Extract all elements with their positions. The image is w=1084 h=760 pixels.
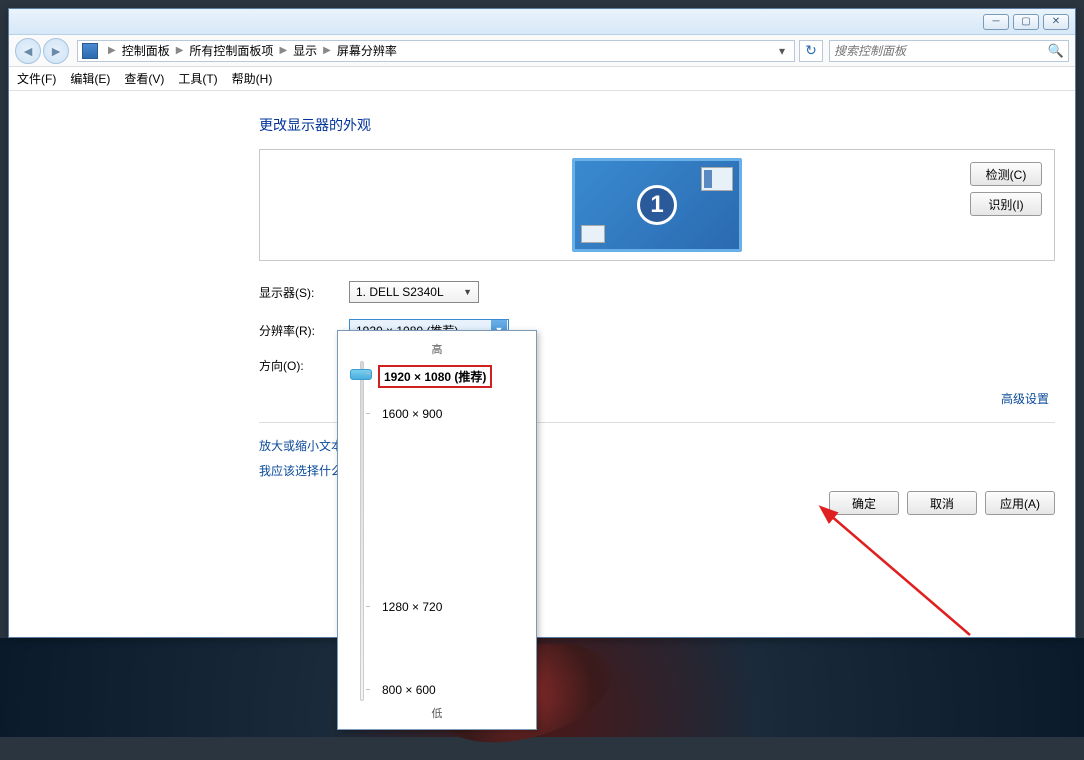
advanced-settings-link[interactable]: 高级设置 [1001, 392, 1049, 406]
monitor-icon[interactable]: 1 [572, 158, 742, 252]
refresh-button[interactable]: ↻ [799, 40, 823, 62]
slider-low-label: 低 [352, 705, 522, 721]
monitor-value: 1. DELL S2340L [356, 285, 444, 299]
monitor-select[interactable]: 1. DELL S2340L ▼ [349, 281, 479, 303]
apply-button[interactable]: 应用(A) [985, 491, 1055, 515]
breadcrumb-all[interactable]: 所有控制面板项 [189, 42, 273, 59]
window-thumb-icon [581, 225, 605, 243]
chevron-right-icon: ▶ [176, 45, 184, 56]
breadcrumb-cp[interactable]: 控制面板 [122, 42, 170, 59]
close-button[interactable]: ✕ [1043, 14, 1069, 30]
menu-help[interactable]: 帮助(H) [232, 70, 273, 87]
slider-tick [366, 413, 370, 414]
breadcrumb-resolution[interactable]: 屏幕分辨率 [337, 42, 397, 59]
breadcrumb-display[interactable]: 显示 [293, 42, 317, 59]
resolution-option-800[interactable]: 800 × 600 [382, 683, 436, 697]
chevron-down-icon: ▼ [463, 287, 472, 297]
navbar: ◄ ► ▶ 控制面板 ▶ 所有控制面板项 ▶ 显示 ▶ 屏幕分辨率 ▾ ↻ 🔍 [9, 35, 1075, 67]
monitor-label: 显示器(S): [259, 284, 349, 301]
maximize-button[interactable]: ▢ [1013, 14, 1039, 30]
monitor-number: 1 [637, 185, 677, 225]
content-area: 更改显示器的外观 1 检测(C) 识别(I) 显示器(S): 1. DELL S… [9, 91, 1075, 535]
resolution-option-1920[interactable]: 1920 × 1080 (推荐) [378, 365, 492, 388]
ok-button[interactable]: 确定 [829, 491, 899, 515]
search-input[interactable] [834, 44, 1048, 58]
identify-button[interactable]: 识别(I) [970, 192, 1042, 216]
chevron-right-icon: ▶ [108, 45, 116, 56]
monitor-preview: 1 检测(C) 识别(I) [259, 149, 1055, 261]
search-icon[interactable]: 🔍 [1048, 43, 1064, 59]
slider-track[interactable] [352, 361, 372, 701]
menu-file[interactable]: 文件(F) [17, 70, 56, 87]
detect-button[interactable]: 检测(C) [970, 162, 1042, 186]
chevron-right-icon: ▶ [323, 45, 331, 56]
menu-edit[interactable]: 编辑(E) [70, 70, 110, 87]
slider-area: 1920 × 1080 (推荐) 1600 × 900 1280 × 720 8… [352, 361, 522, 701]
window-thumb-icon [701, 167, 733, 191]
resolution-option-1280[interactable]: 1280 × 720 [382, 600, 442, 614]
resolution-option-1600[interactable]: 1600 × 900 [382, 407, 442, 421]
control-panel-icon [82, 43, 98, 59]
address-bar[interactable]: ▶ 控制面板 ▶ 所有控制面板项 ▶ 显示 ▶ 屏幕分辨率 ▾ [77, 40, 795, 62]
chevron-right-icon: ▶ [279, 45, 287, 56]
slider-labels: 1920 × 1080 (推荐) 1600 × 900 1280 × 720 8… [382, 361, 522, 701]
cancel-button[interactable]: 取消 [907, 491, 977, 515]
control-panel-window: ─ ▢ ✕ ◄ ► ▶ 控制面板 ▶ 所有控制面板项 ▶ 显示 ▶ 屏幕分辨率 … [8, 8, 1076, 638]
nav-arrows: ◄ ► [15, 38, 71, 64]
forward-button[interactable]: ► [43, 38, 69, 64]
address-dropdown-icon[interactable]: ▾ [774, 44, 790, 58]
menu-tools[interactable]: 工具(T) [178, 70, 217, 87]
resolution-dropdown: 高 1920 × 1080 (推荐) 1600 × 900 1280 × 720… [337, 330, 537, 730]
desktop-background [0, 638, 1084, 737]
orientation-label: 方向(O): [259, 357, 349, 374]
titlebar: ─ ▢ ✕ [9, 9, 1075, 35]
minimize-button[interactable]: ─ [983, 14, 1009, 30]
resolution-label: 分辨率(R): [259, 322, 349, 339]
preview-buttons: 检测(C) 识别(I) [970, 162, 1042, 216]
search-box[interactable]: 🔍 [829, 40, 1069, 62]
monitor-row: 显示器(S): 1. DELL S2340L ▼ [259, 281, 1055, 303]
slider-line [360, 361, 364, 701]
menu-bar: 文件(F) 编辑(E) 查看(V) 工具(T) 帮助(H) [9, 67, 1075, 91]
slider-tick [366, 373, 370, 374]
slider-tick [366, 689, 370, 690]
slider-thumb[interactable] [350, 369, 372, 380]
menu-view[interactable]: 查看(V) [124, 70, 164, 87]
page-title: 更改显示器的外观 [259, 115, 1055, 135]
slider-tick [366, 606, 370, 607]
slider-high-label: 高 [352, 341, 522, 357]
monitor-area: 1 [268, 158, 1046, 252]
back-button[interactable]: ◄ [15, 38, 41, 64]
